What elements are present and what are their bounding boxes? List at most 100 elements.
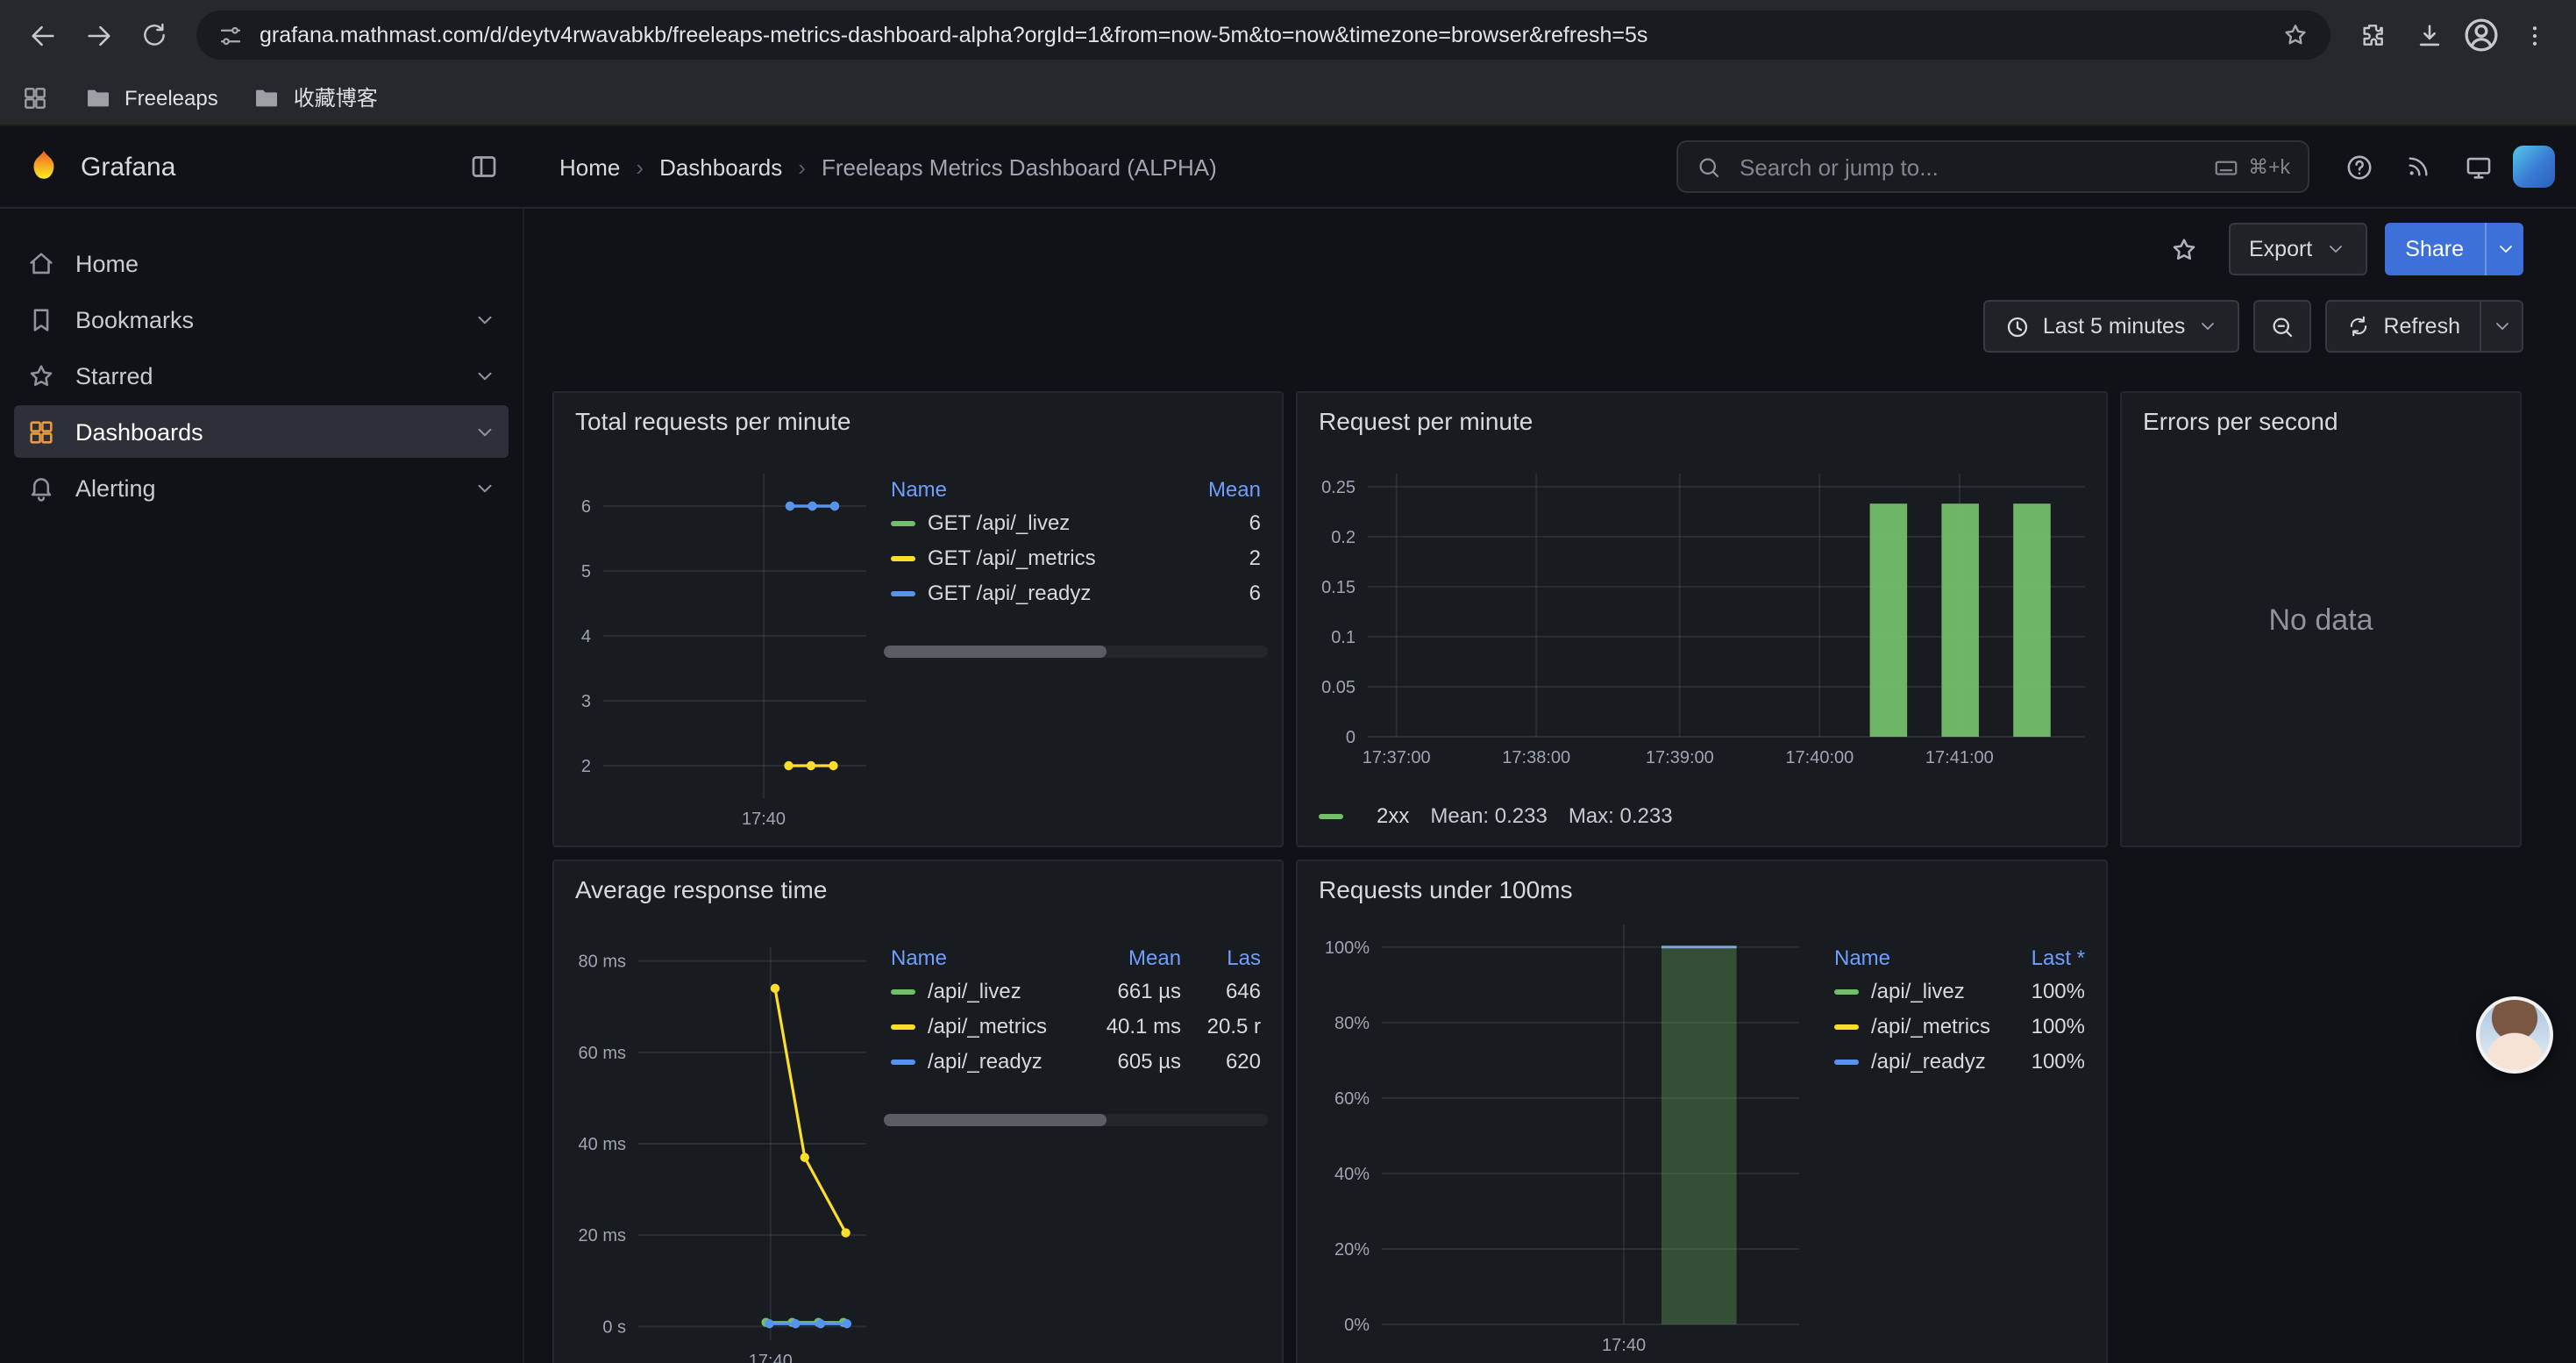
average-response-time-chart[interactable]: 80 ms60 ms40 ms20 ms0 s17:40 <box>565 937 877 1363</box>
legend-value: 100% <box>2017 1009 2092 1044</box>
y-axis-tick: 0.1 <box>1331 628 1356 647</box>
bookmark-folder-freeleaps[interactable]: Freeleaps <box>84 83 218 111</box>
y-axis-tick: 0.2 <box>1331 528 1356 547</box>
sidebar-item-starred[interactable]: Starred <box>14 349 509 402</box>
chevron-down-icon <box>2197 316 2218 337</box>
panel-title[interactable]: Total requests per minute <box>554 393 1282 449</box>
legend-scrollbar[interactable] <box>884 1114 1268 1126</box>
share-menu-button[interactable] <box>2485 223 2523 275</box>
reload-button[interactable] <box>130 11 179 60</box>
search-input[interactable] <box>1736 152 2199 182</box>
legend-header[interactable]: Name <box>884 474 1178 505</box>
news-button[interactable] <box>2394 142 2443 191</box>
y-axis-tick: 0 s <box>602 1317 626 1337</box>
favorite-dashboard-button[interactable] <box>2158 223 2210 275</box>
bookmark-star-icon[interactable] <box>2281 21 2309 49</box>
url-text[interactable]: grafana.mathmast.com/d/deytv4rwavabkb/fr… <box>260 23 2266 47</box>
clock-icon <box>2004 313 2031 339</box>
help-button[interactable] <box>2334 142 2383 191</box>
legend-value: 100% <box>2017 974 2092 1009</box>
export-button[interactable]: Export <box>2228 223 2366 275</box>
back-button[interactable] <box>18 11 67 60</box>
legend-header[interactable]: Mean <box>1178 474 1268 505</box>
legend-scrollbar[interactable] <box>884 646 1268 658</box>
legend-header[interactable]: Last * <box>2017 942 2092 974</box>
display-button[interactable] <box>2453 142 2502 191</box>
series-color-dash <box>891 990 915 995</box>
sidebar-item-label: Bookmarks <box>75 306 194 332</box>
bookmark-icon <box>26 304 56 334</box>
grafana-logo-icon[interactable] <box>25 147 63 186</box>
breadcrumb-home[interactable]: Home <box>559 153 620 180</box>
apps-grid-icon[interactable] <box>21 83 49 111</box>
total-requests-chart[interactable]: 6543217:40 <box>565 463 877 830</box>
refresh-button[interactable]: Refresh <box>2325 300 2481 353</box>
legend-series-name[interactable]: 2xx <box>1377 803 1409 828</box>
bar <box>2013 503 2051 737</box>
series-point <box>816 1319 825 1328</box>
legend-series-name[interactable]: GET /api/_livez <box>884 505 1178 540</box>
sidebar-item-dashboards[interactable]: Dashboards <box>14 405 509 458</box>
browser-menu-button[interactable] <box>2509 11 2558 60</box>
sidebar-item-alerting[interactable]: Alerting <box>14 461 509 514</box>
extensions-button[interactable] <box>2348 11 2397 60</box>
y-axis-tick: 80% <box>1334 1014 1370 1033</box>
search-icon <box>1696 153 1722 180</box>
series-color-dash <box>891 1025 915 1031</box>
browser-profile-button[interactable] <box>2460 14 2502 56</box>
sidebar-item-home[interactable]: Home <box>14 237 509 289</box>
search-shortcut-keys: ⌘+k <box>2248 154 2290 179</box>
user-avatar[interactable] <box>2513 146 2555 188</box>
legend-header[interactable]: Name <box>884 942 1084 974</box>
refresh-interval-button[interactable] <box>2481 300 2523 353</box>
panel-title[interactable]: Requests under 100ms <box>1298 861 2106 917</box>
legend-header[interactable]: Name <box>1827 942 2017 974</box>
legend-header[interactable]: Las <box>1188 942 1268 974</box>
breadcrumb-dashboards[interactable]: Dashboards <box>659 153 782 180</box>
assistant-avatar-button[interactable] <box>2476 996 2553 1074</box>
legend-series-name[interactable]: GET /api/_metrics <box>884 540 1178 575</box>
legend-series-name[interactable]: /api/_metrics <box>1827 1009 2017 1044</box>
chevron-down-icon[interactable] <box>473 364 496 387</box>
chevron-down-icon[interactable] <box>473 420 496 443</box>
legend-row: /api/_livez100% <box>1827 974 2092 1009</box>
request-per-minute-chart[interactable]: 0.250.20.150.10.05017:37:0017:38:0017:39… <box>1308 463 2096 768</box>
x-axis-tick: 17:40 <box>1602 1336 1646 1355</box>
folder-icon <box>84 83 112 111</box>
y-axis-tick: 2 <box>581 757 591 776</box>
bookmark-label: 收藏博客 <box>294 82 378 112</box>
legend-series-name[interactable]: /api/_readyz <box>884 1044 1084 1079</box>
series-color-dash <box>891 592 915 597</box>
legend-series-name[interactable]: /api/_livez <box>884 974 1084 1009</box>
y-axis-tick: 0% <box>1344 1316 1370 1335</box>
zoom-out-button[interactable] <box>2253 300 2311 353</box>
address-bar[interactable]: grafana.mathmast.com/d/deytv4rwavabkb/fr… <box>196 11 2330 60</box>
sidebar-item-bookmarks[interactable]: Bookmarks <box>14 293 509 346</box>
legend-series-name[interactable]: /api/_livez <box>1827 974 2017 1009</box>
panel-title[interactable]: Request per minute <box>1298 393 2106 449</box>
breadcrumb-separator: › <box>636 153 644 180</box>
scrollbar-thumb[interactable] <box>884 1114 1107 1126</box>
chevron-down-icon[interactable] <box>473 476 496 499</box>
panel-title[interactable]: Errors per second <box>2122 393 2520 449</box>
downloads-button[interactable] <box>2404 11 2453 60</box>
y-axis-tick: 40% <box>1334 1165 1370 1184</box>
forward-button[interactable] <box>74 11 123 60</box>
requests-under-100ms-chart[interactable]: 100%80%60%40%20%0%17:40 <box>1308 914 1810 1356</box>
bookmark-folder-blogs[interactable]: 收藏博客 <box>253 82 378 112</box>
legend-series-name[interactable]: /api/_metrics <box>884 1009 1084 1044</box>
legend-series-name[interactable]: /api/_readyz <box>1827 1044 2017 1079</box>
chevron-down-icon[interactable] <box>473 308 496 331</box>
search-bar[interactable]: ⌘+k <box>1676 140 2309 193</box>
rss-icon <box>2404 153 2432 181</box>
share-button[interactable]: Share <box>2384 223 2485 275</box>
sidebar-toggle-icon[interactable] <box>468 151 500 182</box>
legend-row: /api/_readyz605 µs620 <box>884 1044 1268 1079</box>
time-range-picker[interactable]: Last 5 minutes <box>1983 300 2240 353</box>
legend-series-name[interactable]: GET /api/_readyz <box>884 575 1178 610</box>
no-data-message: No data <box>2122 603 2520 639</box>
panel-title[interactable]: Average response time <box>554 861 1282 917</box>
scrollbar-thumb[interactable] <box>884 646 1107 658</box>
legend-header[interactable]: Mean <box>1084 942 1188 974</box>
legend-value: 646 <box>1188 974 1268 1009</box>
